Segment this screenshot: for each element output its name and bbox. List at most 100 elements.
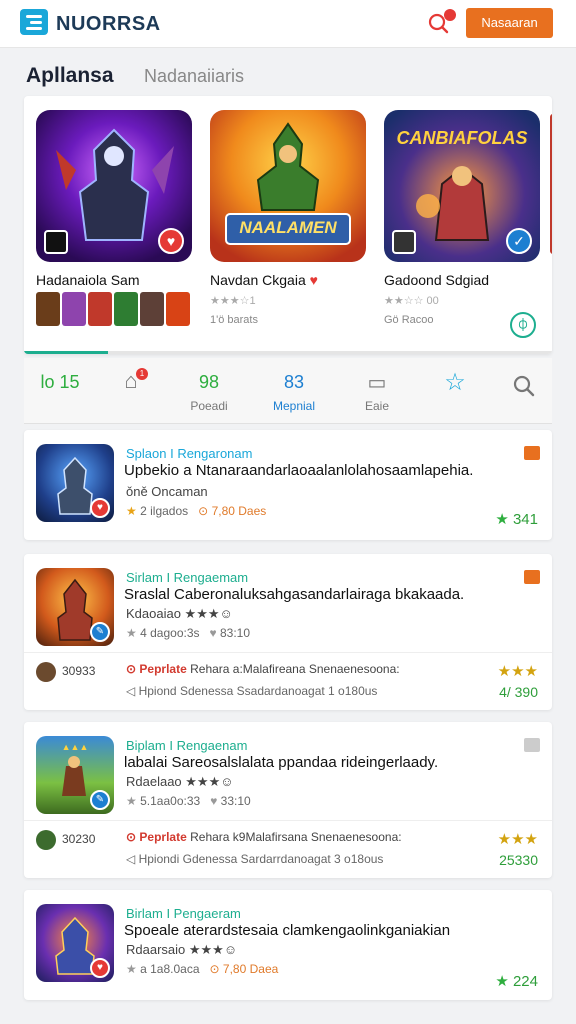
platform-icon xyxy=(44,230,68,254)
warrior-figure xyxy=(225,122,351,245)
game-banner: NAALAMEN xyxy=(239,218,337,237)
item-category[interactable]: Splaon I Rengaronam xyxy=(126,446,252,461)
number-icon: 98 xyxy=(198,372,220,392)
stat-downloads: 5.1aa0o:33 xyxy=(140,794,201,808)
flag-icon[interactable] xyxy=(524,446,540,460)
tag-icon: ⊙ xyxy=(126,662,137,676)
carousel-progress xyxy=(24,351,552,354)
game-thumbnail: ▲▲▲ ✎ xyxy=(36,736,114,814)
review-row[interactable]: 30933 xyxy=(36,662,95,682)
rating-stars: ★★★ xyxy=(497,831,538,848)
item-title[interactable]: Sraslal Caberonaluksahgasandarlairaga bk… xyxy=(124,586,464,603)
review-tag: Peprlate xyxy=(139,830,187,844)
item-category[interactable]: Birlam I Pengaeram xyxy=(126,906,241,921)
heart-icon: ♥ xyxy=(210,794,218,808)
tab-label: Poeadi xyxy=(190,399,228,413)
heart-icon: ♥ xyxy=(209,626,217,640)
star-icon: ★ xyxy=(126,626,137,640)
featured-title[interactable]: Navdan Ckgaia ♥ xyxy=(210,272,318,288)
review-id: 30230 xyxy=(62,832,96,847)
featured-card[interactable]: ♥ xyxy=(36,110,194,262)
review-id: 30933 xyxy=(62,664,96,679)
primary-action-button[interactable]: Nasaaran xyxy=(466,8,553,38)
featured-card[interactable]: NAALAMEN xyxy=(210,110,368,262)
item-category[interactable]: Biplam I Rengaenam xyxy=(126,738,247,753)
item-subtitle: Rdaarsaio ★★★☺ xyxy=(126,942,238,957)
download-icon[interactable]: ⏀ xyxy=(510,312,536,338)
review-sub-text: Hpiondi Gdenessa Sardarrdanoagat 3 o18ou… xyxy=(138,852,384,866)
section-tab-secondary[interactable]: Nadanaiiaris xyxy=(144,66,244,87)
rating-stars: ★★★ xyxy=(497,663,538,680)
next-card-peek[interactable] xyxy=(550,114,552,254)
review-sub: ◁ Hpiondi Gdenessa Sardarrdanoagat 3 o18… xyxy=(126,852,383,866)
featured-meta: 1'ö barats xyxy=(210,314,258,326)
star-icon: ★ xyxy=(126,504,137,518)
screenshot-strip[interactable] xyxy=(36,292,192,328)
flag-icon[interactable] xyxy=(524,570,540,584)
app-brand: NUORRSA xyxy=(56,13,161,35)
tab-search[interactable] xyxy=(494,358,552,424)
stat-downloads: 4 dagoo:3s xyxy=(140,626,200,640)
rating-stars: ★★★☆1 xyxy=(210,295,256,307)
edit-icon[interactable]: ✎ xyxy=(90,622,110,642)
game-banner: ▲▲▲ xyxy=(61,742,89,752)
featured-title[interactable]: Gadoond Sdgiad xyxy=(384,272,489,288)
featured-title[interactable]: Hadanaiola Sam xyxy=(36,272,140,288)
featured-carousel[interactable]: ♥ Hadanaiola Sam NAALAMEN Navdan Ckgaia … xyxy=(24,96,552,354)
star-icon: ★ xyxy=(126,794,137,808)
stat-duration: 83:10 xyxy=(219,626,251,640)
featured-title-text: Navdan Ckgaia xyxy=(210,272,306,288)
tab-label: Eaie xyxy=(364,399,390,413)
heart-icon[interactable]: ♥ xyxy=(90,498,110,518)
review-sub-text: Hpiond Sdenessa Ssadardanoagat 1 o180us xyxy=(138,684,378,698)
score-value: 224 xyxy=(512,973,538,990)
heart-icon: ♥ xyxy=(309,272,318,288)
clock-icon: ⊙ xyxy=(209,962,220,976)
tab-stats[interactable]: lo 15 xyxy=(24,358,96,424)
edit-icon[interactable]: ✎ xyxy=(90,790,110,810)
page-title: Apllansa xyxy=(26,64,114,87)
top-bar: NUORRSA Nasaaran xyxy=(0,0,576,48)
heart-icon[interactable]: ♥ xyxy=(90,958,110,978)
check-icon[interactable]: ✓ xyxy=(506,228,532,254)
stat-duration: 33:10 xyxy=(220,794,251,808)
game-artwork: CANBIAFOLAS ✓ xyxy=(384,110,540,262)
list-item[interactable]: ♥ Birlam I Pengaeram Spoeale aterardstes… xyxy=(24,890,552,1000)
speaker-icon: ◁ xyxy=(126,852,136,866)
tab-label: Mepnial xyxy=(272,399,316,413)
item-score: ★ 341 xyxy=(495,510,538,528)
list-item[interactable]: ▲▲▲ ✎ Biplam I Rengaenam labalai Sareosa… xyxy=(24,722,552,878)
review-row[interactable]: 30230 xyxy=(36,830,95,850)
heart-icon[interactable]: ♥ xyxy=(158,228,184,254)
tab-favorites[interactable]: ☆ xyxy=(422,358,488,424)
item-score: ★ 224 xyxy=(495,972,538,990)
game-banner: CANBIAFOLAS xyxy=(396,128,528,148)
item-score: 4/ 390 xyxy=(499,684,538,700)
list-item[interactable]: ✎ Sirlam I Rengaemam Sraslal Caberonaluk… xyxy=(24,554,552,710)
stat-duration: 7,80 Daes xyxy=(211,504,267,518)
item-category[interactable]: Sirlam I Rengaemam xyxy=(126,570,248,585)
flag-icon[interactable] xyxy=(524,738,540,752)
item-score: 25330 xyxy=(499,852,538,868)
tab-main[interactable]: 83 Mepnial xyxy=(258,358,330,424)
menu-icon[interactable] xyxy=(20,9,48,35)
tab-home[interactable]: ⌂ 1 xyxy=(96,358,166,424)
item-title[interactable]: Upbekio a Ntanaraandarlaoaalanlolahosaam… xyxy=(124,462,473,479)
star-icon: ★ xyxy=(126,962,137,976)
tab-cards[interactable]: ▭ Eaie xyxy=(342,358,412,424)
item-title[interactable]: Spoeale aterardstesaia clamkengaolinkgan… xyxy=(124,922,450,939)
item-title[interactable]: labalai Sareosalslalata ppandaa rideinge… xyxy=(124,754,438,771)
game-thumbnail: ✎ xyxy=(36,568,114,646)
tab-popular[interactable]: 98 Poeadi xyxy=(174,358,244,424)
review-text[interactable]: ⊙ Peprlate Rehara k9Malafirsana Snenaene… xyxy=(126,830,402,844)
item-stats: ★ 5.1aa0o:33 ♥ 33:10 xyxy=(126,794,251,808)
list-item[interactable]: ♥ Splaon I Rengaronam Upbekio a Ntanaraa… xyxy=(24,430,552,540)
star-icon: ★ xyxy=(495,973,509,990)
tab-badge: 1 xyxy=(136,368,148,380)
review-text[interactable]: ⊙ Peprlate Rehara a:Malafireana Snenaene… xyxy=(126,662,400,676)
item-subtitle: ǒně Oncaman xyxy=(126,484,208,499)
search-icon xyxy=(513,375,535,397)
featured-card[interactable]: CANBIAFOLAS ✓ xyxy=(384,110,542,262)
stat-duration: 7,80 Daea xyxy=(222,962,279,976)
avatar xyxy=(36,830,56,850)
